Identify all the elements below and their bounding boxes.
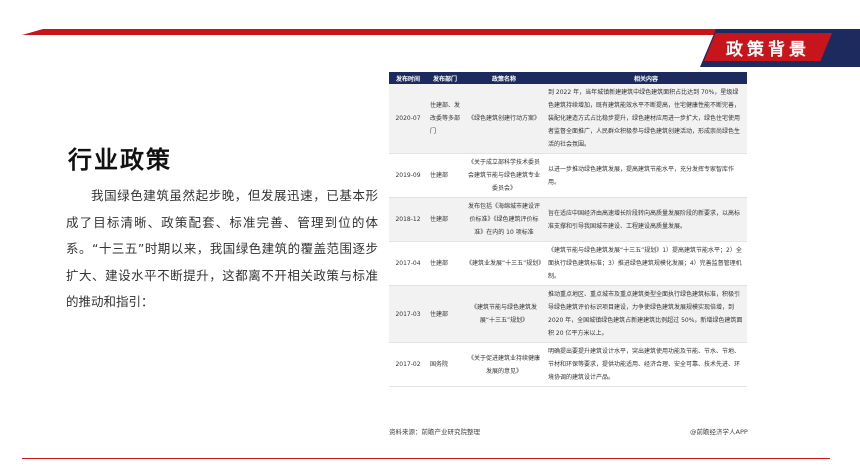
table-row: 2019-09 住建部 《关于成立部科学技术委员会建筑节能与绿色建筑专业委员会》… <box>389 153 747 198</box>
cell-content: 旨在适应中国经济由高速增长阶段转向高质量发展阶段的新要求，以高标准支撑和引导我国… <box>545 197 747 242</box>
cell-policy-name: 《关于成立部科学技术委员会建筑节能与绿色建筑专业委员会》 <box>463 153 545 198</box>
header-banner: 政策背景 <box>704 33 832 61</box>
cell-date: 2020-07 <box>389 84 427 154</box>
cell-content: 以进一步推动绿色建筑发展，提高建筑节能水平，充分发挥专家智库作用。 <box>545 153 747 198</box>
cell-content: 明确提出要提升建筑设计水平，突出建筑使用功能及节能、节水、节地、节材和环保等要求… <box>545 342 747 387</box>
policy-table: 发布时间 发布部门 政策名称 相关内容 2020-07 住建部、发改委等多部门 … <box>389 72 747 387</box>
cell-dept: 住建部、发改委等多部门 <box>427 84 463 154</box>
cell-dept: 住建部 <box>427 153 463 198</box>
table-header-row: 发布时间 发布部门 政策名称 相关内容 <box>389 72 747 84</box>
cell-policy-name: 《建筑业发展“十三五”规划》 <box>463 241 545 286</box>
cell-policy-name: 《关于促进建筑业持续健康发展的意见》 <box>463 342 545 387</box>
header-red-stripe <box>22 29 722 35</box>
cell-date: 2019-09 <box>389 153 427 198</box>
column-header-date: 发布时间 <box>389 72 427 84</box>
cell-policy-name: 发布包括《海绵城市建设评价标准》《绿色建筑评价标准》在内的 10 项标准 <box>463 197 545 242</box>
cell-date: 2017-02 <box>389 342 427 387</box>
cell-date: 2017-03 <box>389 285 427 343</box>
cell-content: 《建筑节能与绿色建筑发展“十三五”规划》1）提高建筑节能水平；2）全面执行绿色建… <box>545 241 747 286</box>
cell-dept: 住建部 <box>427 285 463 343</box>
table-row: 2017-04 住建部 《建筑业发展“十三五”规划》 《建筑节能与绿色建筑发展“… <box>389 241 747 286</box>
cell-content: 到 2022 年，当年城镇新建建筑中绿色建筑面积占比达到 70%，星级绿色建筑持… <box>545 84 747 154</box>
table-row: 2020-07 住建部、发改委等多部门 《绿色建筑创建行动方案》 到 2022 … <box>389 84 747 154</box>
column-header-name: 政策名称 <box>463 72 545 84</box>
cell-content: 推动重点地区、重点城市及重点建筑类型全面执行绿色建筑标准，积极引导绿色建筑评价标… <box>545 285 747 343</box>
column-header-dept: 发布部门 <box>427 72 463 84</box>
cell-policy-name: 《绿色建筑创建行动方案》 <box>463 84 545 154</box>
column-header-content: 相关内容 <box>545 72 747 84</box>
cell-dept: 住建部 <box>427 197 463 242</box>
cell-date: 2018-12 <box>389 197 427 242</box>
page-title: 行业政策 <box>68 146 172 174</box>
intro-paragraph: 我国绿色建筑虽然起步晚，但发展迅速，已基本形成了目标清晰、政策配套、标准完善、管… <box>66 188 378 309</box>
cell-dept: 住建部 <box>427 241 463 286</box>
footer-divider <box>22 458 830 459</box>
source-note: 资料来源：前瞻产业研究院整理 <box>389 428 480 436</box>
table-row: 2018-12 住建部 发布包括《海绵城市建设评价标准》《绿色建筑评价标准》在内… <box>389 197 747 242</box>
table-row: 2017-02 国务院 《关于促进建筑业持续健康发展的意见》 明确提出要提升建筑… <box>389 342 747 387</box>
banner-label: 政策背景 <box>726 39 810 60</box>
credit-note: @前瞻经济学人APP <box>690 428 748 436</box>
cell-policy-name: 《建筑节能与绿色建筑发展“十三五”规划》 <box>463 285 545 343</box>
table-row: 2017-03 住建部 《建筑节能与绿色建筑发展“十三五”规划》 推动重点地区、… <box>389 285 747 343</box>
cell-dept: 国务院 <box>427 342 463 387</box>
cell-date: 2017-04 <box>389 241 427 286</box>
